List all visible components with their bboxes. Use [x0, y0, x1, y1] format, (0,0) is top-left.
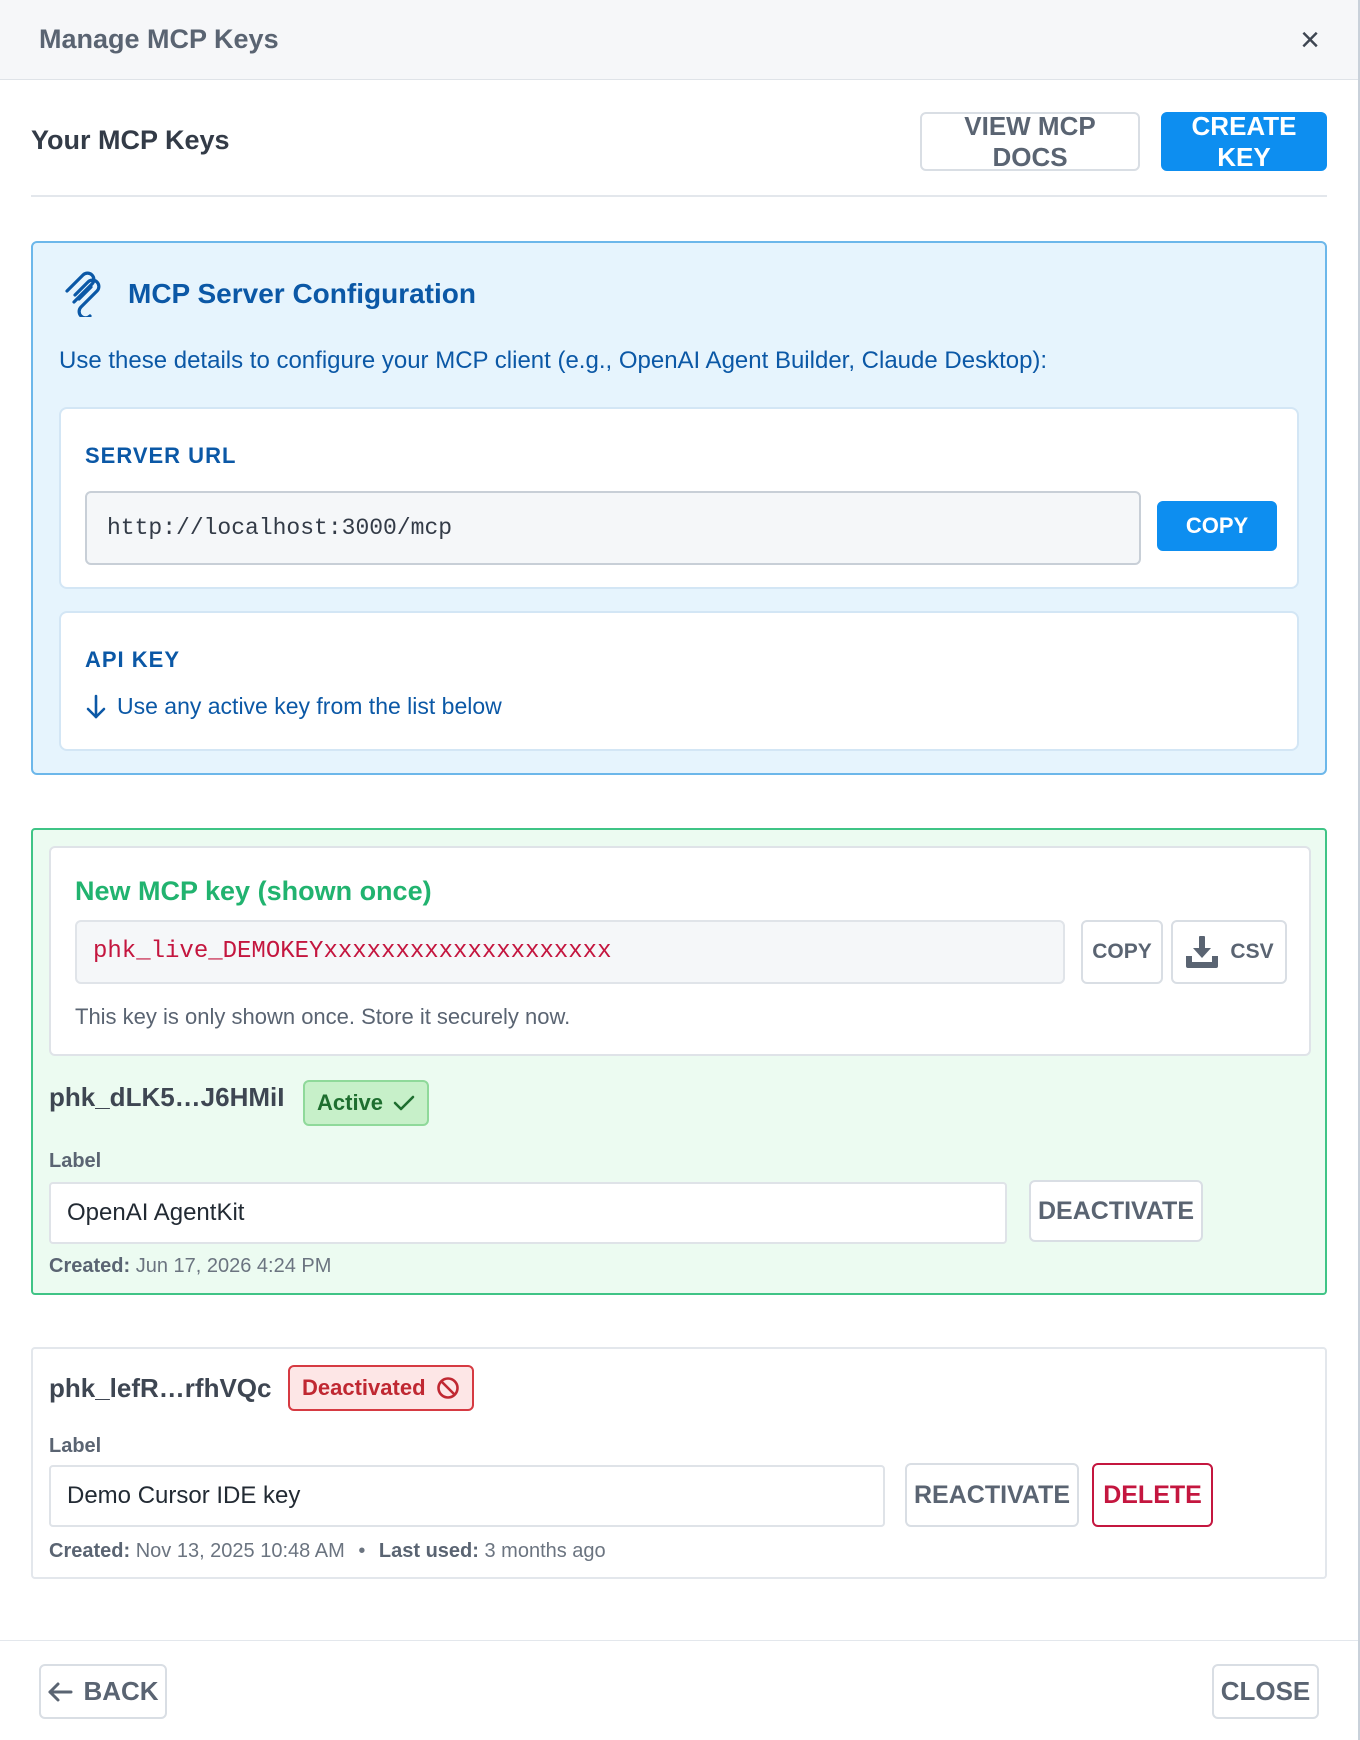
footer-divider	[0, 1640, 1358, 1641]
created-value: Jun 17, 2026 4:24 PM	[135, 1255, 332, 1277]
section-divider	[31, 195, 1327, 197]
status-badge-active: Active	[303, 1080, 430, 1126]
modal-header: Manage MCP Keys ×	[0, 0, 1358, 80]
new-key-note: This key is only shown once. Store it se…	[75, 1004, 571, 1029]
download-icon	[1186, 936, 1219, 968]
status-badge-label: Deactivated	[302, 1375, 426, 1400]
manage-mcp-keys-modal: Manage MCP Keys × Your MCP Keys VIEW MCP…	[0, 0, 1360, 1740]
check-icon	[393, 1095, 415, 1111]
server-url-field[interactable]: http://localhost:3000/mcp	[85, 491, 1141, 565]
modal-title: Manage MCP Keys	[39, 24, 279, 54]
created-caption: Created:	[49, 1255, 131, 1277]
reactivate-button[interactable]: REACTIVATE	[905, 1463, 1079, 1527]
section-title: Your MCP Keys	[31, 125, 230, 155]
active-key-panel: New MCP key (shown once) phk_live_DEMOKE…	[31, 828, 1327, 1295]
arrow-left-icon	[48, 1682, 73, 1701]
view-mcp-docs-button[interactable]: VIEW MCP DOCS	[920, 111, 1140, 172]
close-icon[interactable]: ×	[1290, 18, 1330, 62]
back-label: BACK	[83, 1676, 159, 1706]
copy-new-key-button[interactable]: COPY	[1081, 920, 1163, 984]
delete-button[interactable]: DELETE	[1092, 1463, 1213, 1527]
new-key-title: New MCP key (shown once)	[75, 876, 432, 906]
label-caption: Label	[49, 1150, 102, 1172]
status-badge-label: Active	[317, 1090, 384, 1115]
server-url-label: SERVER URL	[85, 443, 237, 468]
label-caption: Label	[49, 1435, 102, 1457]
deactivate-button[interactable]: DEACTIVATE	[1029, 1180, 1203, 1242]
api-key-card: API KEY Use any active key from the list…	[59, 611, 1299, 751]
mcp-server-configuration-panel: MCP Server Configuration Use these detai…	[31, 241, 1327, 775]
new-key-card: New MCP key (shown once) phk_live_DEMOKE…	[49, 846, 1311, 1056]
active-key-id: phk_dLK5…J6HMiI	[49, 1082, 285, 1112]
api-key-label: API KEY	[85, 647, 181, 672]
download-csv-button[interactable]: CSV	[1171, 920, 1287, 984]
meta-separator: •	[358, 1540, 366, 1562]
csv-label: CSV	[1230, 940, 1274, 963]
back-button[interactable]: BACK	[39, 1664, 167, 1719]
ban-icon	[436, 1377, 459, 1399]
last-used-caption: Last used:	[378, 1540, 479, 1562]
api-key-hint-text: Use any active key from the list below	[117, 693, 502, 719]
created-value: Nov 13, 2025 10:48 AM	[135, 1540, 345, 1562]
created-caption: Created:	[49, 1540, 131, 1562]
create-key-button[interactable]: CREATE KEY	[1161, 111, 1327, 172]
last-used-value: 3 months ago	[484, 1540, 606, 1562]
new-key-value[interactable]: phk_live_DEMOKEYxxxxxxxxxxxxxxxxxxxx	[75, 920, 1065, 984]
config-title: MCP Server Configuration	[128, 278, 476, 309]
server-url-card: SERVER URL http://localhost:3000/mcp COP…	[59, 407, 1299, 589]
status-badge-deactivated: Deactivated	[288, 1365, 474, 1411]
config-description: Use these details to configure your MCP …	[59, 347, 1048, 374]
deactivated-key-id: phk_lefR…rfhVQc	[49, 1373, 272, 1403]
key-label-input[interactable]: OpenAI AgentKit	[49, 1182, 1007, 1244]
api-key-hint: Use any active key from the list below	[85, 693, 502, 720]
key-label-input[interactable]: Demo Cursor IDE key	[49, 1465, 885, 1527]
copy-server-url-button[interactable]: COPY	[1157, 501, 1277, 551]
created-meta: Created: Jun 17, 2026 4:24 PM	[49, 1255, 331, 1278]
key-meta: Created: Nov 13, 2025 10:48 AM • Last us…	[49, 1540, 606, 1563]
arrow-down-icon	[86, 694, 106, 718]
mcp-plug-icon	[65, 271, 101, 317]
deactivated-key-panel: phk_lefR…rfhVQc Deactivated Label Demo C…	[31, 1347, 1327, 1579]
close-button[interactable]: CLOSE	[1212, 1664, 1319, 1719]
